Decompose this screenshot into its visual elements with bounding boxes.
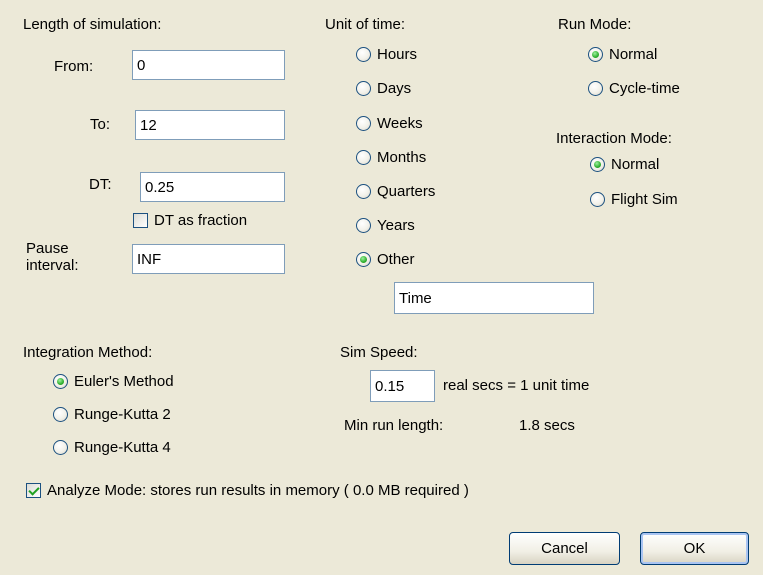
radio-interaction-flight-sim[interactable] [590,192,605,207]
interaction-radio-flight-sim[interactable]: Flight Sim [590,191,678,208]
integration-label-euler: Euler's Method [74,373,174,390]
dt-as-fraction-checkbox[interactable]: DT as fraction [133,212,247,229]
unit-label-quarters: Quarters [377,183,436,200]
unit-label-months: Months [377,149,427,166]
unit-of-time-heading: Unit of time: [325,16,406,33]
to-label: To: [90,116,111,133]
radio-months[interactable] [356,150,371,165]
sim-speed-heading: Sim Speed: [340,344,418,361]
analyze-mode-box[interactable] [26,483,41,498]
from-field[interactable] [132,50,285,80]
integration-label-rk2: Runge-Kutta 2 [74,406,171,423]
pause-interval-label-line1: Pause [26,240,69,257]
from-label: From: [54,58,94,75]
unit-label-hours: Hours [377,46,418,63]
other-unit-field[interactable] [394,282,594,314]
unit-label-days: Days [377,80,412,97]
analyze-mode-checkbox[interactable]: Analyze Mode: stores run results in memo… [26,482,469,499]
radio-rk4[interactable] [53,440,68,455]
sim-speed-field[interactable] [370,370,435,402]
pause-interval-label-line2: interval: [26,257,79,274]
unit-radio-other[interactable]: Other [356,251,415,268]
run-mode-label-cycle-time: Cycle-time [609,80,680,97]
analyze-mode-label: Analyze Mode: stores run results in memo… [47,482,469,499]
interaction-mode-heading: Interaction Mode: [556,130,672,147]
min-run-length-label: Min run length: [344,417,444,434]
unit-radio-weeks[interactable]: Weeks [356,115,423,132]
radio-weeks[interactable] [356,116,371,131]
sim-speed-suffix: real secs = 1 unit time [443,377,590,394]
radio-days[interactable] [356,81,371,96]
unit-radio-quarters[interactable]: Quarters [356,183,435,200]
dt-as-fraction-box[interactable] [133,213,148,228]
run-specs-dialog: Length of simulation: From: To: DT: DT a… [0,0,763,575]
unit-radio-hours[interactable]: Hours [356,46,417,63]
run-mode-label-normal: Normal [609,46,658,63]
integration-label-rk4: Runge-Kutta 4 [74,439,171,456]
unit-label-weeks: Weeks [377,115,423,132]
dt-as-fraction-label: DT as fraction [154,212,248,229]
radio-rk2[interactable] [53,407,68,422]
unit-radio-days[interactable]: Days [356,80,411,97]
radio-euler[interactable] [53,374,68,389]
interaction-radio-normal[interactable]: Normal [590,156,659,173]
dt-field[interactable] [140,172,285,202]
radio-hours[interactable] [356,47,371,62]
dt-label: DT: [89,176,112,193]
unit-radio-months[interactable]: Months [356,149,426,166]
radio-quarters[interactable] [356,184,371,199]
integration-radio-rk4[interactable]: Runge-Kutta 4 [53,439,171,456]
cancel-button[interactable]: Cancel [509,532,620,565]
run-mode-radio-cycle-time[interactable]: Cycle-time [588,80,680,97]
radio-run-cycle-time[interactable] [588,81,603,96]
to-field[interactable] [135,110,285,140]
length-of-simulation-heading: Length of simulation: [23,16,162,33]
integration-method-heading: Integration Method: [23,344,153,361]
radio-run-normal[interactable] [588,47,603,62]
unit-label-other: Other [377,251,415,268]
interaction-label-normal: Normal [611,156,660,173]
min-run-length-value: 1.8 secs [519,417,575,434]
radio-interaction-normal[interactable] [590,157,605,172]
unit-radio-years[interactable]: Years [356,217,415,234]
interaction-label-flight-sim: Flight Sim [611,191,678,208]
radio-other[interactable] [356,252,371,267]
integration-radio-euler[interactable]: Euler's Method [53,373,174,390]
run-mode-heading: Run Mode: [558,16,632,33]
pause-interval-field[interactable] [132,244,285,274]
ok-button[interactable]: OK [640,532,749,565]
unit-label-years: Years [377,217,415,234]
radio-years[interactable] [356,218,371,233]
run-mode-radio-normal[interactable]: Normal [588,46,657,63]
integration-radio-rk2[interactable]: Runge-Kutta 2 [53,406,171,423]
